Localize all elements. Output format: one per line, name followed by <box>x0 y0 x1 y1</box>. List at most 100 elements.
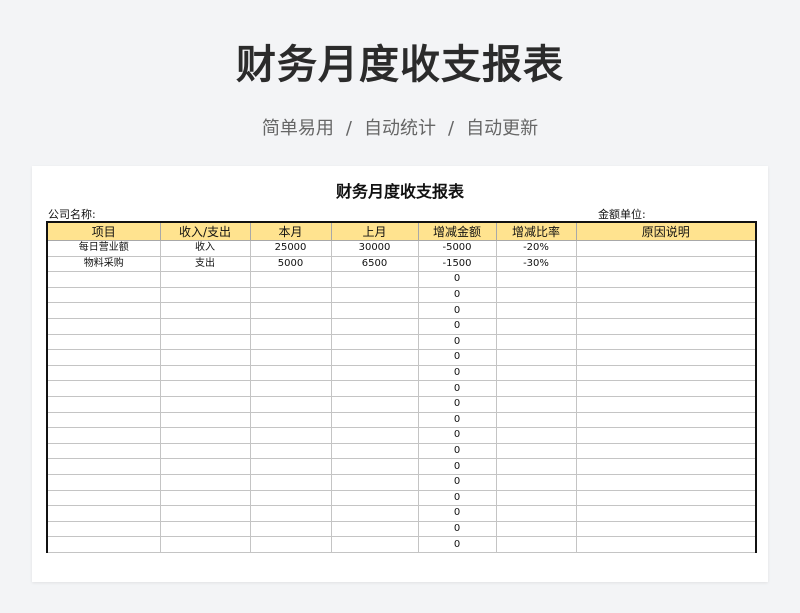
table-cell[interactable] <box>495 505 577 522</box>
table-cell[interactable] <box>159 411 251 429</box>
table-cell[interactable] <box>159 349 251 366</box>
table-cell[interactable] <box>159 458 251 475</box>
table-cell[interactable]: -20% <box>495 240 577 257</box>
table-cell[interactable] <box>249 271 332 288</box>
table-cell[interactable] <box>46 302 161 319</box>
table-cell[interactable]: 支出 <box>159 255 251 273</box>
table-cell[interactable] <box>159 520 251 538</box>
table-cell[interactable] <box>495 395 577 413</box>
table-cell[interactable] <box>46 317 161 335</box>
table-cell[interactable] <box>159 271 251 288</box>
table-cell[interactable]: 0 <box>417 536 497 553</box>
table-cell[interactable] <box>249 458 332 475</box>
table-cell[interactable] <box>330 317 419 335</box>
table-cell[interactable] <box>575 349 757 366</box>
table-cell[interactable] <box>495 317 577 335</box>
table-cell[interactable] <box>46 505 161 522</box>
table-cell[interactable] <box>495 411 577 429</box>
table-cell[interactable] <box>575 302 757 319</box>
table-cell[interactable] <box>495 442 577 460</box>
table-cell[interactable] <box>330 427 419 444</box>
table-cell[interactable] <box>46 458 161 475</box>
table-cell[interactable] <box>46 442 161 460</box>
table-cell[interactable] <box>495 473 577 491</box>
table-cell[interactable] <box>46 380 161 397</box>
table-cell[interactable] <box>249 302 332 319</box>
table-cell[interactable] <box>575 489 757 507</box>
table-cell[interactable]: 0 <box>417 349 497 366</box>
table-cell[interactable] <box>249 317 332 335</box>
table-cell[interactable] <box>46 333 161 351</box>
table-cell[interactable]: -5000 <box>417 240 497 257</box>
table-cell[interactable] <box>575 317 757 335</box>
table-cell[interactable] <box>495 364 577 382</box>
table-cell[interactable]: 0 <box>417 395 497 413</box>
table-cell[interactable] <box>46 520 161 538</box>
table-cell[interactable]: 25000 <box>249 240 332 257</box>
table-cell[interactable]: 每日营业额 <box>46 240 161 257</box>
table-cell[interactable] <box>495 349 577 366</box>
table-cell[interactable] <box>249 442 332 460</box>
table-cell[interactable] <box>495 380 577 397</box>
table-cell[interactable] <box>249 364 332 382</box>
table-cell[interactable] <box>575 505 757 522</box>
table-cell[interactable]: 6500 <box>330 255 419 273</box>
table-cell[interactable] <box>249 505 332 522</box>
table-cell[interactable] <box>330 380 419 397</box>
table-cell[interactable] <box>159 473 251 491</box>
table-cell[interactable] <box>575 395 757 413</box>
table-cell[interactable] <box>575 380 757 397</box>
table-cell[interactable] <box>249 473 332 491</box>
table-cell[interactable] <box>330 536 419 553</box>
table-cell[interactable] <box>575 458 757 475</box>
table-cell[interactable] <box>575 271 757 288</box>
table-cell[interactable]: 0 <box>417 333 497 351</box>
table-cell[interactable] <box>249 427 332 444</box>
table-cell[interactable] <box>159 286 251 304</box>
table-cell[interactable] <box>575 411 757 429</box>
table-cell[interactable] <box>159 380 251 397</box>
table-cell[interactable] <box>575 255 757 273</box>
table-cell[interactable]: 0 <box>417 458 497 475</box>
table-cell[interactable]: 0 <box>417 411 497 429</box>
table-cell[interactable] <box>249 380 332 397</box>
table-cell[interactable]: 5000 <box>249 255 332 273</box>
table-cell[interactable] <box>46 411 161 429</box>
table-cell[interactable] <box>330 333 419 351</box>
table-cell[interactable] <box>330 395 419 413</box>
table-cell[interactable] <box>159 536 251 553</box>
table-cell[interactable] <box>575 520 757 538</box>
table-cell[interactable] <box>495 489 577 507</box>
table-cell[interactable] <box>330 349 419 366</box>
table-cell[interactable]: 收入 <box>159 240 251 257</box>
table-cell[interactable] <box>330 411 419 429</box>
table-cell[interactable] <box>46 286 161 304</box>
table-cell[interactable] <box>575 427 757 444</box>
table-cell[interactable] <box>330 364 419 382</box>
table-cell[interactable]: 0 <box>417 505 497 522</box>
table-cell[interactable]: 0 <box>417 380 497 397</box>
table-cell[interactable] <box>159 442 251 460</box>
table-cell[interactable]: 0 <box>417 473 497 491</box>
table-cell[interactable] <box>46 489 161 507</box>
table-cell[interactable] <box>575 333 757 351</box>
table-cell[interactable] <box>330 489 419 507</box>
table-cell[interactable] <box>159 489 251 507</box>
table-cell[interactable] <box>249 395 332 413</box>
table-cell[interactable] <box>495 536 577 553</box>
table-cell[interactable] <box>495 271 577 288</box>
table-cell[interactable]: 0 <box>417 427 497 444</box>
table-cell[interactable] <box>330 302 419 319</box>
table-cell[interactable]: 0 <box>417 317 497 335</box>
table-cell[interactable] <box>249 520 332 538</box>
table-cell[interactable] <box>575 364 757 382</box>
table-cell[interactable] <box>249 349 332 366</box>
table-cell[interactable] <box>159 364 251 382</box>
table-cell[interactable] <box>249 411 332 429</box>
table-cell[interactable]: -30% <box>495 255 577 273</box>
table-cell[interactable] <box>575 240 757 257</box>
table-cell[interactable] <box>159 427 251 444</box>
table-cell[interactable] <box>159 505 251 522</box>
table-cell[interactable] <box>575 286 757 304</box>
table-cell[interactable] <box>46 271 161 288</box>
